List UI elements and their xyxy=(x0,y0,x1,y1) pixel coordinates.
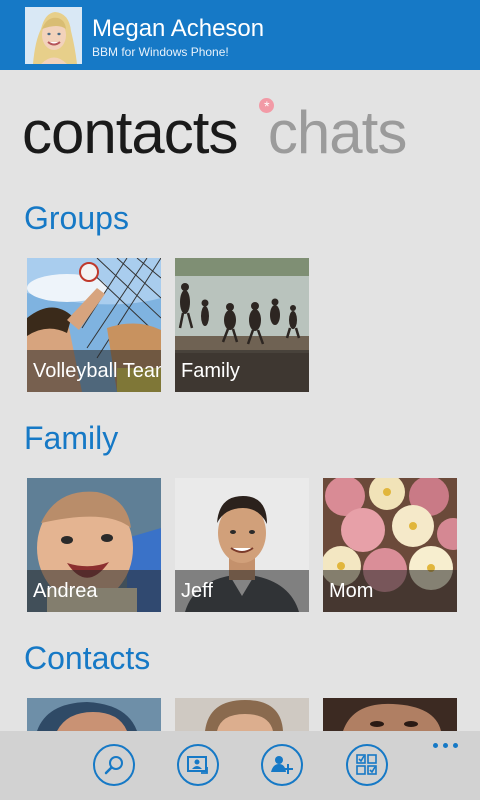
profile-avatar[interactable] xyxy=(25,7,82,64)
contact-tile-partial-2[interactable] xyxy=(175,698,309,731)
contact-tile-jeff[interactable]: Jeff xyxy=(175,478,309,612)
contact-tile-partial-3[interactable] xyxy=(323,698,457,731)
checklist-button[interactable] xyxy=(346,744,388,786)
contact-photo-1 xyxy=(27,698,161,731)
search-icon xyxy=(104,756,123,775)
contact-card-button[interactable] xyxy=(177,744,219,786)
section-title-groups: Groups xyxy=(24,200,129,236)
section-title-contacts: Contacts xyxy=(24,640,151,676)
contact-tile-partial-1[interactable] xyxy=(27,698,161,731)
contact-tile-mom[interactable]: Mom xyxy=(323,478,457,612)
group-tile-volleyball-team[interactable]: Volleyball Team xyxy=(27,258,161,392)
pivot-tab-contacts[interactable]: contacts xyxy=(22,100,238,166)
tile-label: Family xyxy=(175,350,309,392)
app-bar xyxy=(0,731,480,800)
contact-card-icon xyxy=(187,756,208,774)
contact-photo-3 xyxy=(323,698,457,731)
tile-label: Mom xyxy=(323,570,457,612)
search-button[interactable] xyxy=(93,744,135,786)
profile-header[interactable]: Megan Acheson BBM for Windows Phone! xyxy=(0,0,480,70)
contact-tile-andrea[interactable]: Andrea xyxy=(27,478,161,612)
tile-label: Andrea xyxy=(27,570,161,612)
pivot-tab-chats-label: chats xyxy=(267,99,407,166)
pivot-tab-chats[interactable]: chats xyxy=(258,97,407,166)
add-contact-button[interactable] xyxy=(261,744,303,786)
more-ellipsis-icon[interactable] xyxy=(433,743,459,749)
tile-label: Jeff xyxy=(175,570,309,612)
section-title-family: Family xyxy=(24,420,119,456)
checklist-icon xyxy=(356,754,377,775)
profile-status-message: BBM for Windows Phone! xyxy=(92,45,229,59)
profile-name: Megan Acheson xyxy=(92,15,265,42)
group-tile-family[interactable]: Family xyxy=(175,258,309,392)
add-contact-icon xyxy=(271,756,293,774)
pivot-header: contacts chats xyxy=(22,97,407,170)
tile-label: Volleyball Team xyxy=(27,350,161,392)
new-chat-dot-icon xyxy=(258,97,274,115)
contact-photo-2 xyxy=(175,698,309,731)
